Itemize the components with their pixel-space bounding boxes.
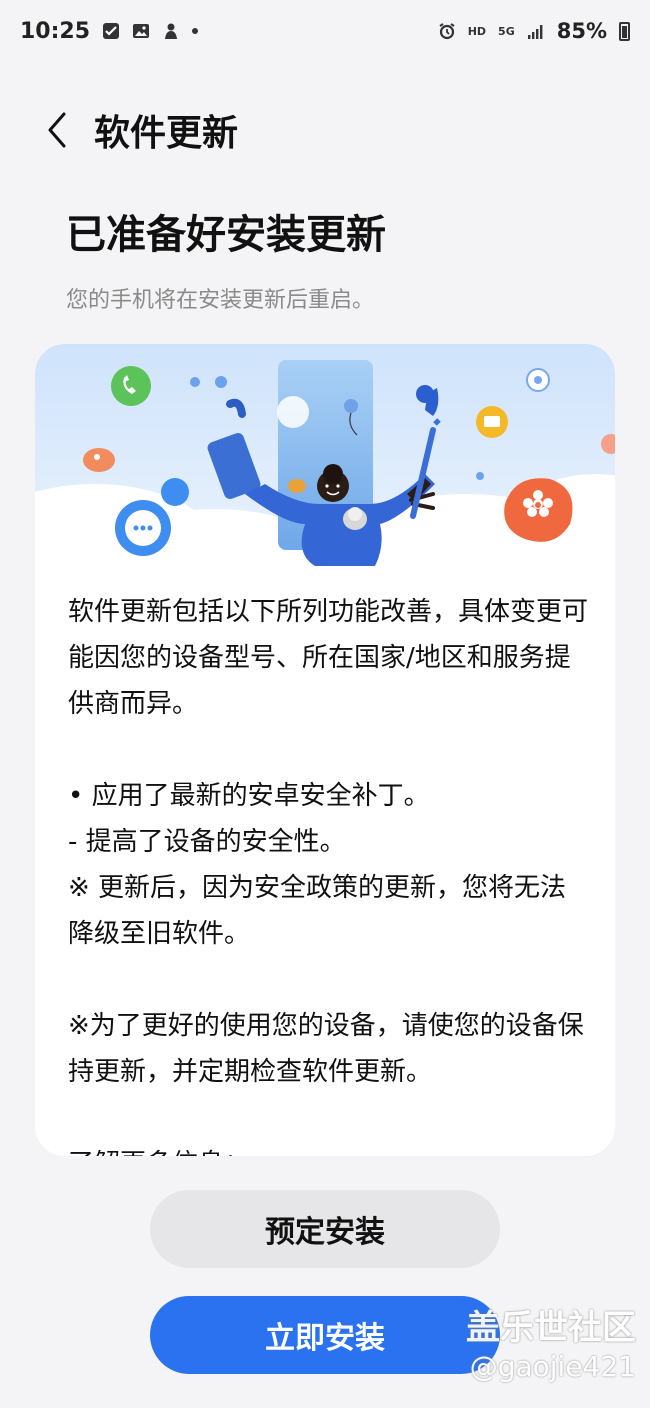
battery-percent: 85% [556,19,607,43]
restart-notice: 您的手机将在安装更新后重启。 [66,288,375,313]
watermark-user: @gaojie421 [469,1350,636,1383]
app-notification-icon [165,23,178,39]
gallery-notification-icon [133,24,150,38]
signal-icon [527,25,543,39]
install-now-button[interactable]: 立即安装 [150,1296,500,1374]
update-ready-heading: 已准备好安装更新 [66,212,386,258]
update-details-card[interactable]: 软件更新包括以下所列功能改善，具体变更可能因您的设备型号、所在国家/地区和服务提… [35,344,615,1156]
schedule-install-button[interactable]: 预定安装 [150,1190,500,1268]
release-notes-intro: 软件更新包括以下所列功能改善，具体变更可能因您的设备型号、所在国家/地区和服务提… [68,597,589,719]
update-illustration [35,344,615,566]
app-header: 软件更新 [0,95,650,165]
release-notes-note: ※为了更好的使用您的设备，请使您的设备保持更新，并定期检查软件更新。 [68,1011,584,1087]
status-bar: 10:25 HD 5G 85% [0,0,650,62]
learn-more-link[interactable]: 了解更多信息： [68,1141,588,1156]
release-notes-note: ※ 更新后，因为安全政策的更新，您将无法降级至旧软件。 [68,873,567,949]
battery-icon [619,21,630,41]
network-indicator: 5G [498,24,515,38]
release-notes: 软件更新包括以下所列功能改善，具体变更可能因您的设备型号、所在国家/地区和服务提… [68,589,588,1156]
watermark-site: 盖乐世社区 [466,1308,636,1348]
status-time: 10:25 [20,18,91,44]
release-notes-item: • 应用了最新的安卓安全补丁。 [68,781,430,811]
page-title: 软件更新 [94,113,239,154]
chevron-left-icon [48,112,66,148]
release-notes-subitem: - 提高了设备的安全性。 [68,827,346,857]
checkbox-notification-icon [103,23,120,39]
status-right: HD 5G 85% [438,19,630,43]
more-notifications-icon [192,28,199,34]
back-button[interactable] [22,95,92,165]
status-left: 10:25 [20,18,199,44]
alarm-icon [439,23,455,40]
hd-indicator: HD [467,24,487,38]
